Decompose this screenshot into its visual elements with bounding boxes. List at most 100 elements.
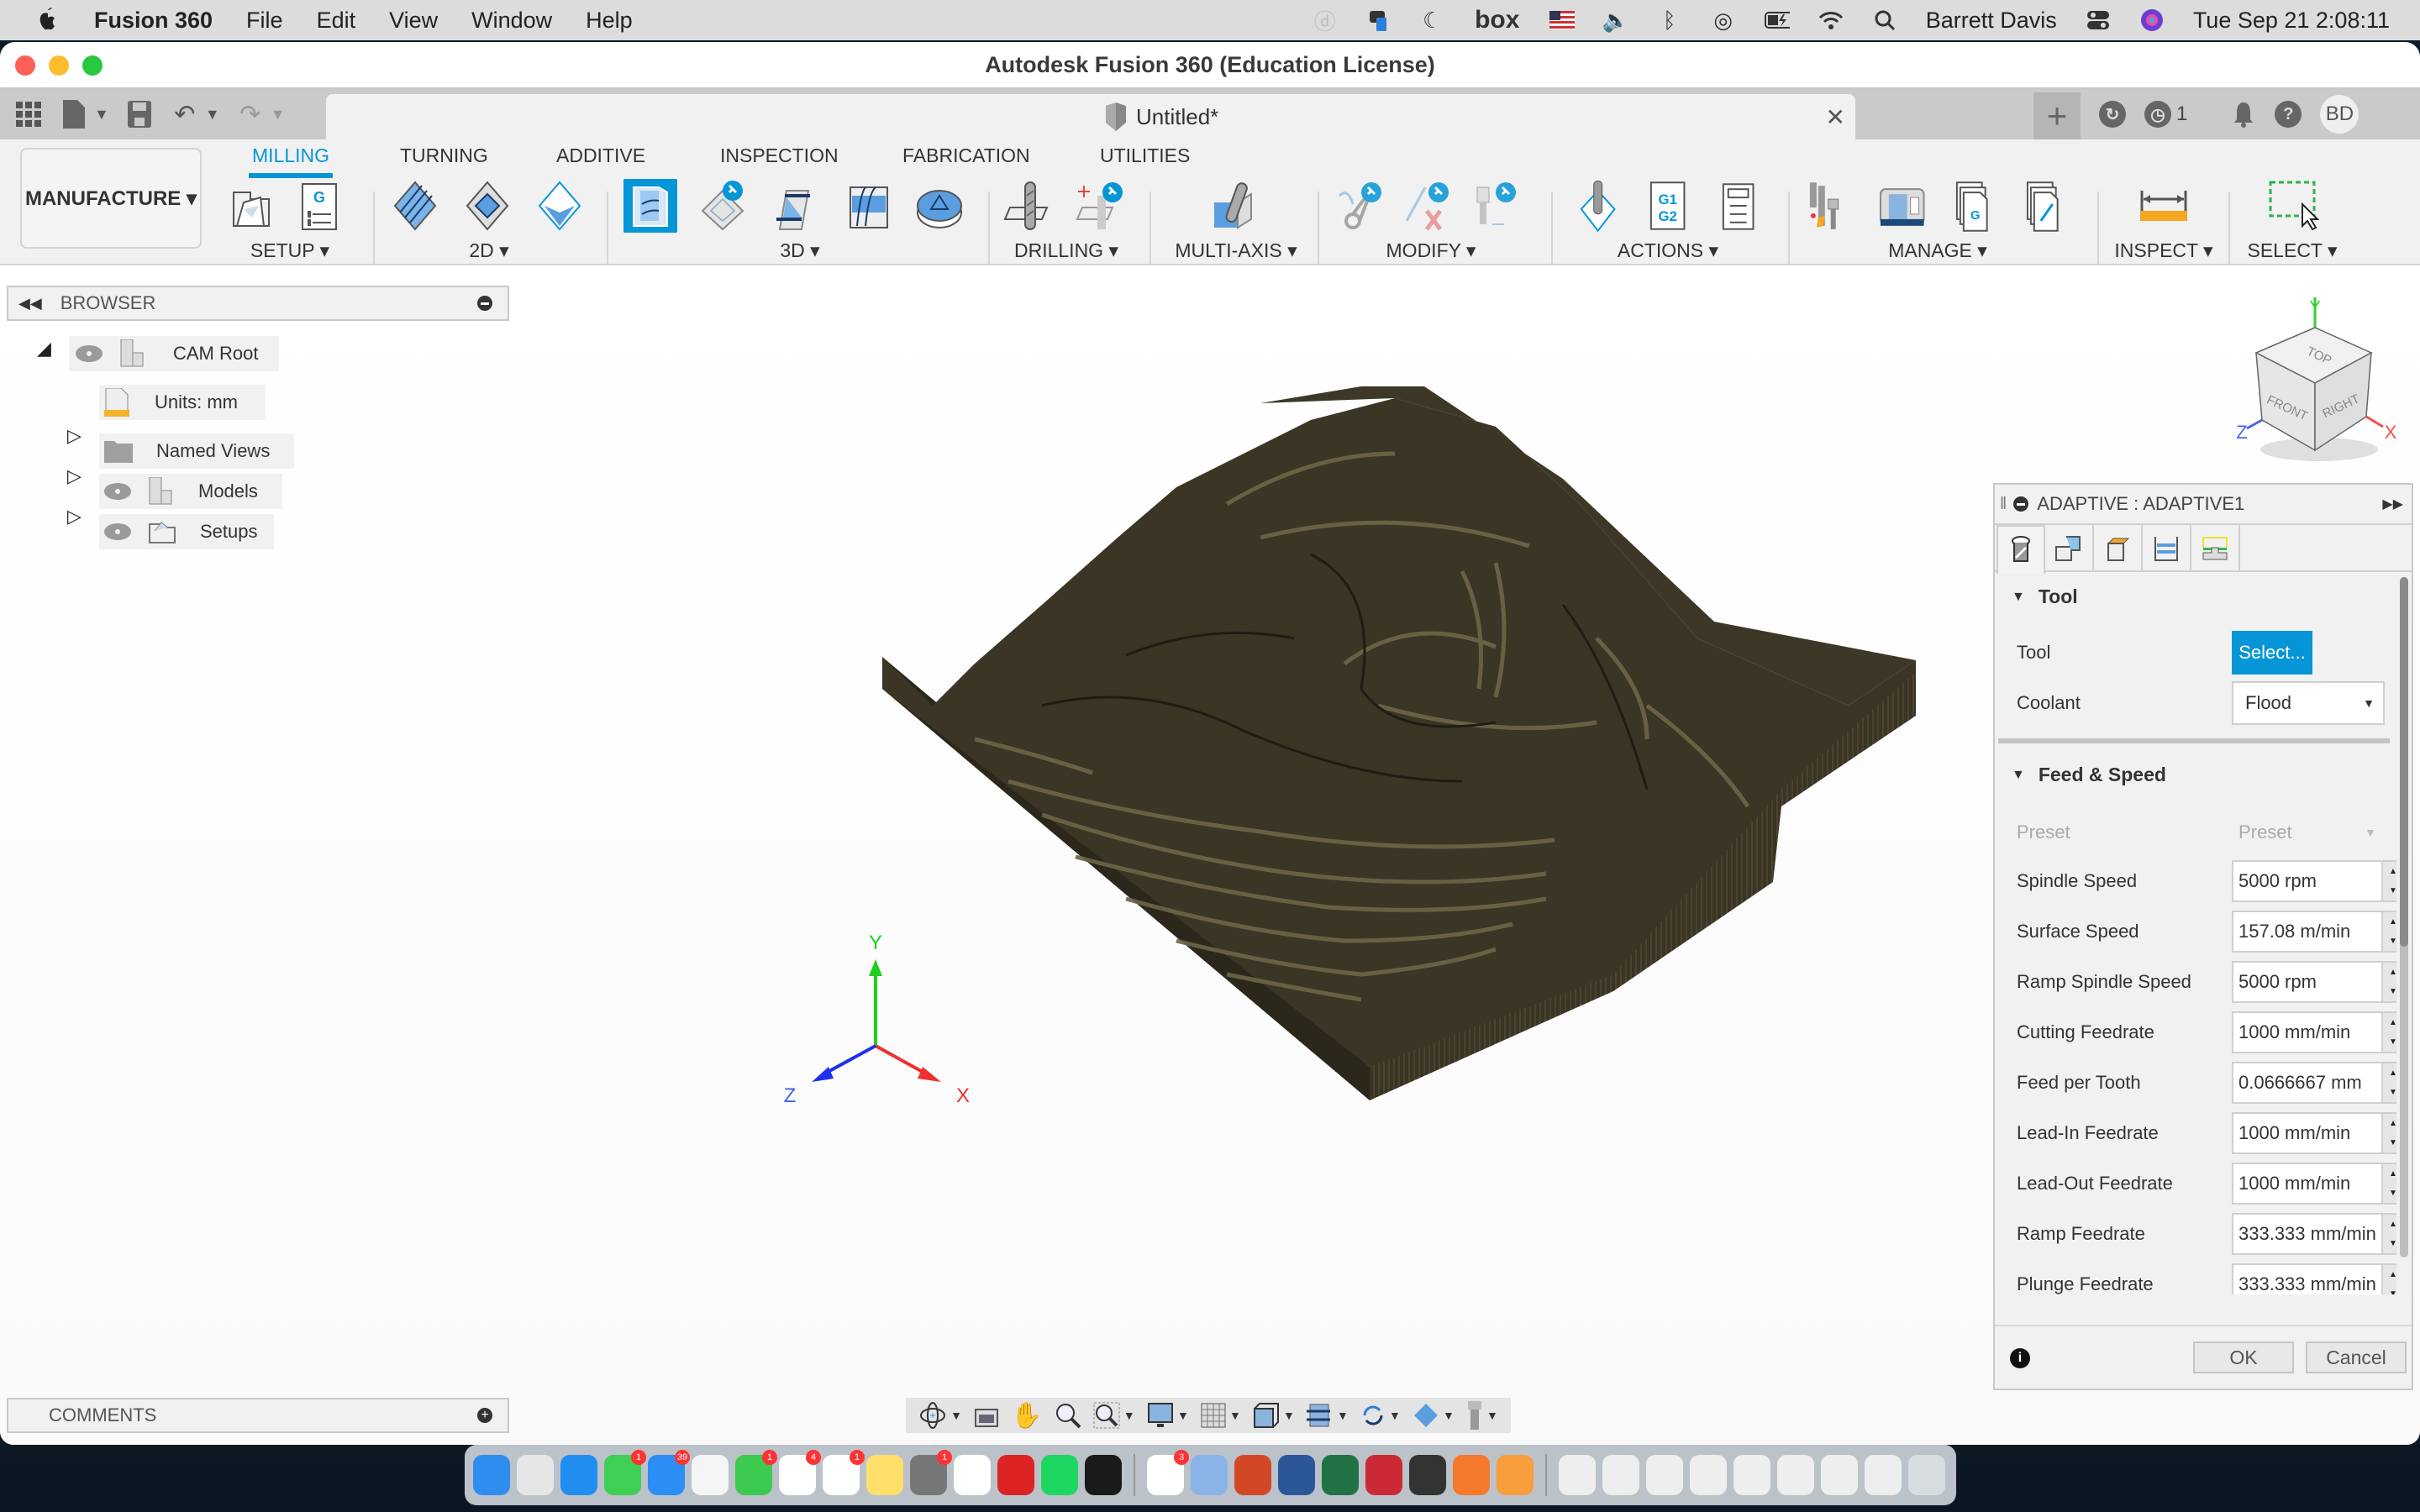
display-settings-tool[interactable]: ▼	[1147, 1402, 1189, 1429]
stock-display-tool[interactable]: ▼	[1413, 1402, 1455, 1429]
control-center-icon[interactable]	[2086, 8, 2111, 33]
dock-launchpad-icon[interactable]	[517, 1455, 554, 1495]
group-actions-label[interactable]: ACTIONS ▾	[1571, 239, 1765, 262]
swarf-icon[interactable]	[1209, 179, 1263, 233]
wifi-icon[interactable]	[1818, 8, 1844, 33]
workspace-switcher[interactable]: MANUFACTURE ▾	[20, 148, 202, 249]
dock-preview-icon[interactable]	[1191, 1455, 1228, 1495]
chevron-down-icon[interactable]: ▼	[1123, 1409, 1135, 1422]
expand-named-views-icon[interactable]: ▷	[67, 425, 82, 447]
notifications-bell-icon[interactable]	[2231, 102, 2256, 128]
simulation-refresh-tool[interactable]: ▼	[1360, 1402, 1401, 1429]
menu-help[interactable]: Help	[586, 8, 633, 34]
simulate-icon[interactable]	[1571, 179, 1624, 233]
cancel-button[interactable]: Cancel	[2306, 1341, 2407, 1373]
menu-file[interactable]: File	[246, 8, 283, 34]
menu-view[interactable]: View	[389, 8, 438, 34]
pan-tool[interactable]: ✋	[1011, 1401, 1042, 1431]
group-modify-label[interactable]: MODIFY ▾	[1334, 239, 1528, 262]
post-library-icon[interactable]: G	[1947, 179, 2001, 233]
new-tab-button[interactable]: +	[2033, 92, 2081, 139]
orbit-tool[interactable]: + ▼	[918, 1400, 962, 1431]
dock-doc-thumb-5-icon[interactable]	[1733, 1455, 1770, 1495]
step-down-icon[interactable]: ▼	[2389, 987, 2396, 996]
expand-models-icon[interactable]: ▷	[67, 465, 82, 487]
2d-pocket-icon[interactable]	[460, 179, 514, 233]
collapse-browser-icon[interactable]: ◀◀	[18, 295, 42, 312]
dock-doc-thumb-2-icon[interactable]	[1602, 1455, 1639, 1495]
tool-adjust-icon[interactable]	[1469, 179, 1523, 233]
select-window-icon[interactable]	[2265, 179, 2319, 233]
step-down-icon[interactable]: ▼	[2389, 1189, 2396, 1198]
step-down-icon[interactable]: ▼	[2389, 1037, 2396, 1047]
group-3d-label[interactable]: 3D ▾	[623, 239, 976, 262]
feed-value-input[interactable]: 5000 rpm	[2232, 860, 2383, 902]
save-icon[interactable]	[124, 99, 155, 129]
template-library-icon[interactable]	[2019, 179, 2073, 233]
dock-microsoft-store-icon[interactable]: 3	[1147, 1450, 1189, 1495]
value-stepper[interactable]: ▲ ▼	[2383, 1213, 2396, 1255]
tool-tab[interactable]	[1996, 525, 2045, 574]
visibility-eye-icon[interactable]	[104, 523, 131, 540]
tool-display-tool[interactable]: ▼	[1466, 1401, 1498, 1430]
tree-node-setups[interactable]: Setups	[99, 514, 274, 549]
step-down-icon[interactable]: ▼	[2389, 937, 2396, 946]
moon-icon[interactable]: ☾	[1420, 8, 1445, 33]
panel-drag-handle[interactable]: ‖	[2000, 495, 2007, 514]
dock-zotero-icon[interactable]	[1365, 1455, 1402, 1495]
step-up-icon[interactable]: ▲	[2389, 968, 2396, 977]
document-tab[interactable]: Untitled* ✕	[326, 94, 1855, 139]
tab-milling[interactable]: MILLING	[248, 144, 334, 178]
drill-icon[interactable]	[1003, 179, 1057, 233]
view-cube[interactable]: Y X Z TOP FRONT RIGHT	[2218, 286, 2420, 470]
dock-word-icon[interactable]	[1278, 1455, 1315, 1495]
dock-powerpoint-icon[interactable]	[1234, 1455, 1271, 1495]
group-multiaxis-label[interactable]: MULTI-AXIS ▾	[1165, 239, 1307, 262]
machine-library-icon[interactable]	[1876, 179, 1929, 233]
dock-spotify-icon[interactable]	[1041, 1455, 1078, 1495]
value-stepper[interactable]: ▲ ▼	[2383, 1011, 2396, 1053]
tool-section-header[interactable]: ▼ Tool	[2012, 585, 2078, 608]
siri-icon[interactable]	[2139, 8, 2165, 33]
toolpath-display-tool[interactable]: ▼	[1306, 1403, 1349, 1428]
feed-value-input[interactable]: 333.333 mm/min	[2232, 1213, 2383, 1255]
scallop-icon[interactable]	[913, 179, 966, 233]
search-icon[interactable]	[1872, 8, 1897, 33]
group-manage-label[interactable]: MANAGE ▾	[1803, 239, 2072, 262]
zoom-tool[interactable]	[1055, 1402, 1081, 1429]
2d-adaptive-icon[interactable]	[388, 179, 442, 233]
menu-app-name[interactable]: Fusion 360	[94, 8, 213, 34]
user-avatar[interactable]: BD	[2320, 95, 2360, 134]
trim-icon[interactable]	[1334, 179, 1388, 233]
tab-inspection[interactable]: INSPECTION	[720, 144, 839, 167]
job-status[interactable]: ◷ 1	[2144, 101, 2187, 128]
dock-safari-icon[interactable]	[560, 1455, 597, 1495]
value-stepper[interactable]: ▲ ▼	[2383, 1163, 2396, 1205]
delete-toolpath-icon[interactable]	[1402, 179, 1455, 233]
browser-options-icon[interactable]	[477, 296, 492, 311]
dock-doc-thumb-8-icon[interactable]	[1865, 1455, 1902, 1495]
file-menu-dropdown-icon[interactable]: ▼	[94, 106, 109, 123]
sync-icon[interactable]: ↻	[2099, 101, 2126, 128]
chevron-down-icon[interactable]: ▼	[1283, 1409, 1295, 1422]
dock-blender-icon[interactable]	[1453, 1455, 1490, 1495]
minimize-window-button[interactable]	[49, 55, 69, 76]
dock-inkscape-icon[interactable]	[1409, 1455, 1446, 1495]
step-down-icon[interactable]: ▼	[2389, 886, 2396, 895]
dock-doc-thumb-3-icon[interactable]	[1646, 1455, 1683, 1495]
chevron-down-icon[interactable]: ▼	[1229, 1409, 1241, 1422]
group-inspect-label[interactable]: INSPECT ▾	[2109, 239, 2218, 262]
dock-terminal-icon[interactable]	[1085, 1455, 1122, 1495]
help-icon[interactable]: ?	[2275, 101, 2302, 128]
tree-node-models[interactable]: Models	[99, 474, 282, 509]
visibility-eye-icon[interactable]	[104, 483, 131, 500]
step-up-icon[interactable]: ▲	[2389, 1119, 2396, 1128]
feed-value-input[interactable]: 333.333 mm/min	[2232, 1263, 2383, 1294]
step-up-icon[interactable]: ▲	[2389, 1018, 2396, 1027]
terrain-model[interactable]	[874, 386, 1933, 1100]
close-window-button[interactable]	[15, 55, 35, 76]
panel-scrollbar-thumb[interactable]	[2400, 577, 2408, 947]
ok-button[interactable]: OK	[2193, 1341, 2294, 1373]
step-up-icon[interactable]: ▲	[2389, 1220, 2396, 1229]
chevron-down-icon[interactable]: ▼	[1486, 1409, 1498, 1422]
